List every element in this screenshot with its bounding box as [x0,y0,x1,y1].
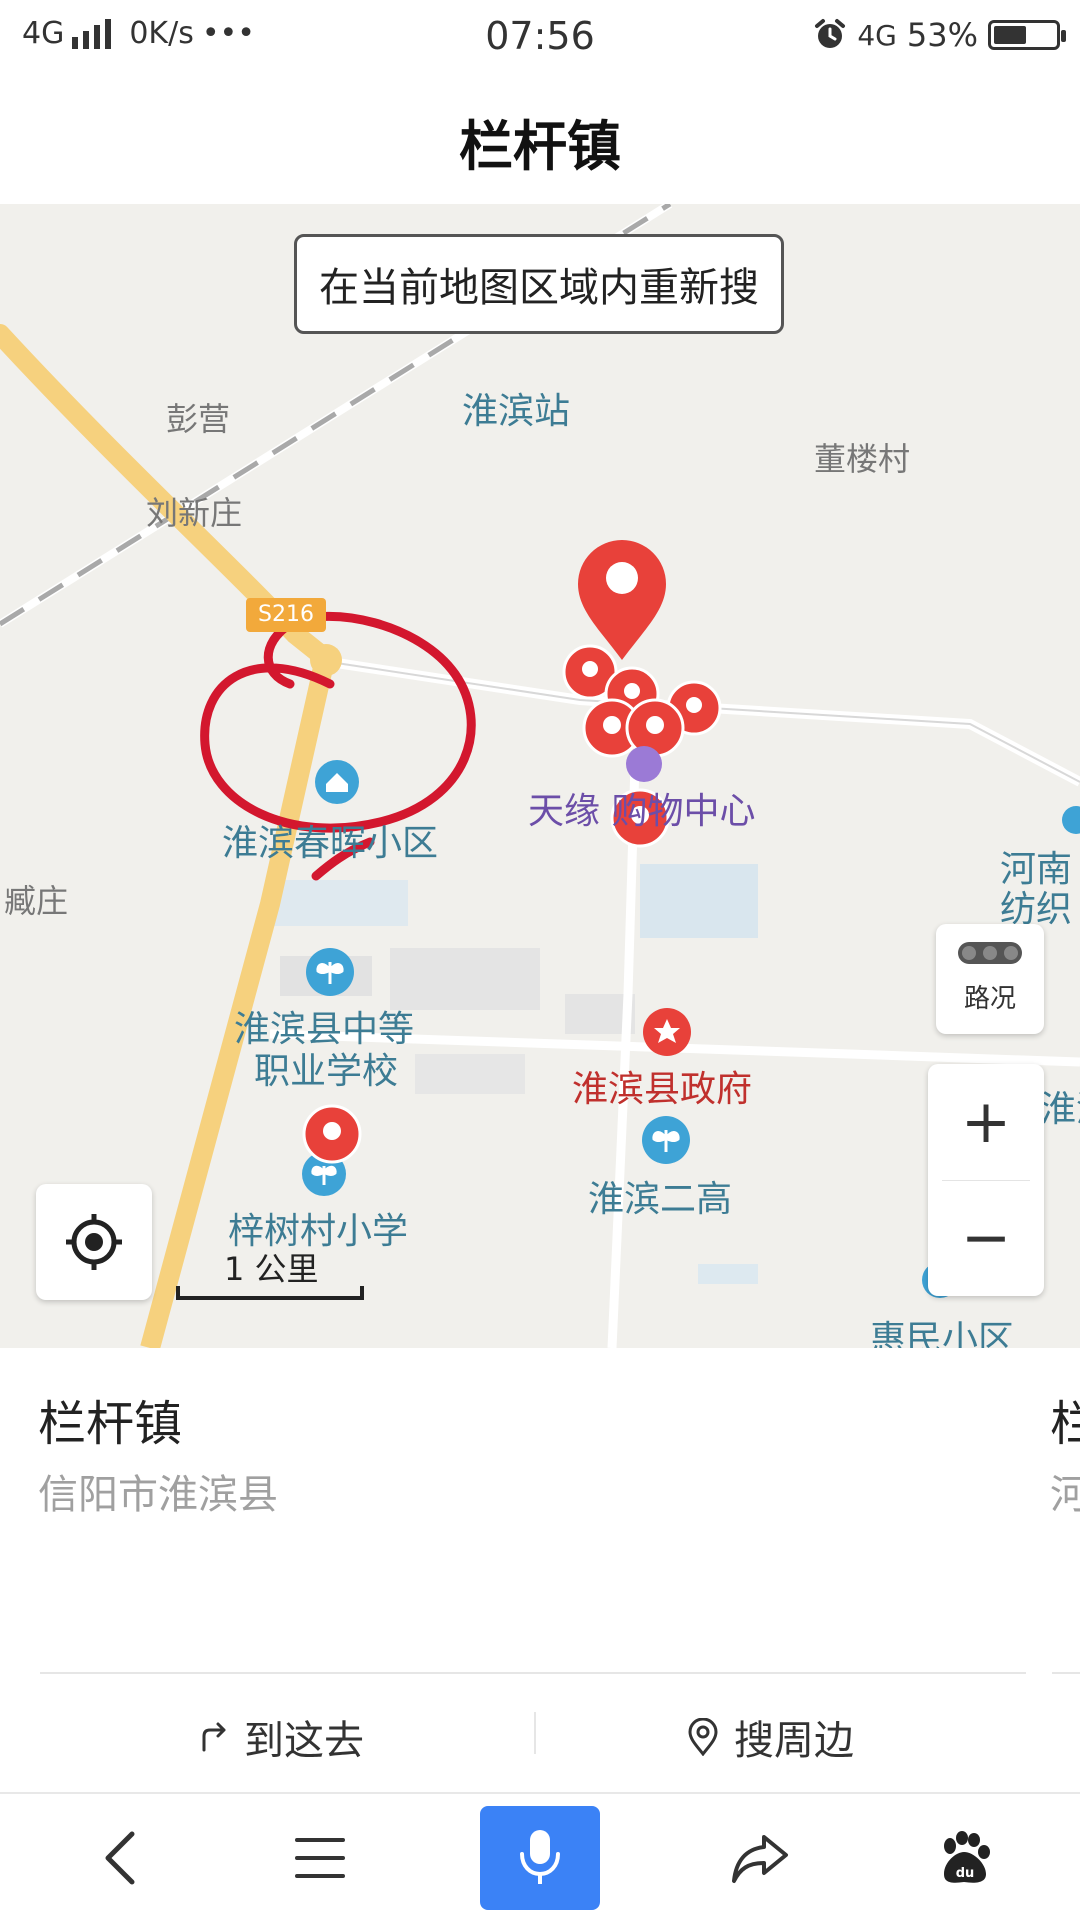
label-tianyuan-mall[interactable]: 天缘 购物中心 [528,782,755,834]
school-icon[interactable] [306,948,354,996]
label-donglou: 董楼村 [814,440,911,478]
baidu-button[interactable]: du [904,1808,1024,1908]
network-type-right: 4G [857,18,897,52]
status-bar: 4G 0K/s ••• 07:56 4G 53% [0,0,1080,76]
label-county-government[interactable]: 淮滨县政府 [572,1060,752,1112]
alarm-clock-icon [815,19,846,48]
go-here-label: 到这去 [244,1718,364,1764]
voice-button[interactable] [480,1806,600,1910]
traffic-button[interactable]: 路况 [936,924,1044,1034]
locate-icon [66,1214,122,1270]
baidu-paw-icon: du [944,1831,990,1883]
search-nearby-button[interactable]: 搜周边 [620,1694,920,1780]
scale-label: 1 公里 [224,1250,319,1288]
traffic-light-icon [958,942,1022,964]
label-zangzhuang: 臧庄 [4,882,69,920]
research-area-button[interactable]: 在当前地图区域内重新搜 [294,234,784,334]
location-pin-icon [688,1718,718,1756]
place-name: 栏杆镇 [38,1396,183,1452]
bottom-nav: du [0,1792,1080,1920]
traffic-label: 路况 [963,984,1016,1014]
share-button[interactable] [700,1808,820,1908]
label-liuxinzhuang: 刘新庄 [146,494,243,532]
battery-icon [988,20,1066,50]
page-header: 栏杆镇 [0,76,1080,204]
school-pin[interactable] [302,1104,362,1164]
card-divider-next [1052,1672,1080,1674]
zoom-in-button[interactable]: + [928,1064,1044,1180]
road-number-badge: S216 [246,598,326,632]
label-edge[interactable]: 淮滨 [1040,1080,1080,1132]
label-vocational-school-line2[interactable]: 职业学校 [254,1042,398,1094]
place-address: 信阳市淮滨县 [38,1472,278,1518]
page-title: 栏杆镇 [459,115,621,178]
label-henan-textile[interactable]: 河南 纺织 [1000,850,1080,930]
poi-icon-edge[interactable] [1062,806,1080,834]
app-root: 4G 0K/s ••• 07:56 4G 53% 栏杆镇 在当前地图区域内重新搜… [0,0,1080,1920]
next-card-address[interactable]: 河 [1050,1462,1080,1520]
search-nearby-label: 搜周边 [734,1718,854,1764]
locate-button[interactable] [36,1184,152,1300]
government-icon[interactable] [643,1008,691,1056]
label-huimin[interactable]: 惠民小区 [870,1310,1014,1348]
next-card-name[interactable]: 栏 [1050,1384,1080,1454]
label-pengying: 彭营 [166,400,231,438]
scale-bar [176,1286,364,1300]
battery-percent: 53% [906,16,978,54]
label-huaibin-station[interactable]: 淮滨站 [462,382,570,434]
result-card[interactable]: 栏杆镇 信阳市淮滨县 栏 河 到这去 搜周边 [0,1348,1080,1792]
residential-icon[interactable] [315,760,359,804]
back-icon [105,1831,135,1885]
action-separator [534,1712,536,1754]
zoom-controls: + − [928,1064,1044,1296]
zoom-out-button[interactable]: − [928,1180,1044,1296]
map-canvas[interactable] [0,204,1080,1348]
label-chunhui[interactable]: 淮滨春晖小区 [222,814,438,866]
route-turn-icon [202,1722,226,1752]
card-divider [40,1672,1026,1674]
label-huaibin-no2-high[interactable]: 淮滨二高 [588,1170,732,1222]
go-here-button[interactable]: 到这去 [130,1694,430,1780]
menu-icon [295,1838,345,1878]
share-icon [732,1835,788,1883]
school-icon-3[interactable] [642,1116,690,1164]
microphone-icon [520,1830,560,1884]
menu-button[interactable] [260,1808,380,1908]
battery-fill [994,26,1026,44]
status-right: 4G 53% [813,16,1066,54]
back-button[interactable] [60,1808,180,1908]
svg-text:du: du [956,1866,975,1881]
map-view[interactable]: 在当前地图区域内重新搜 S216 淮滨站 彭营 刘新庄 董楼村 天缘 购物中心 … [0,204,1080,1348]
